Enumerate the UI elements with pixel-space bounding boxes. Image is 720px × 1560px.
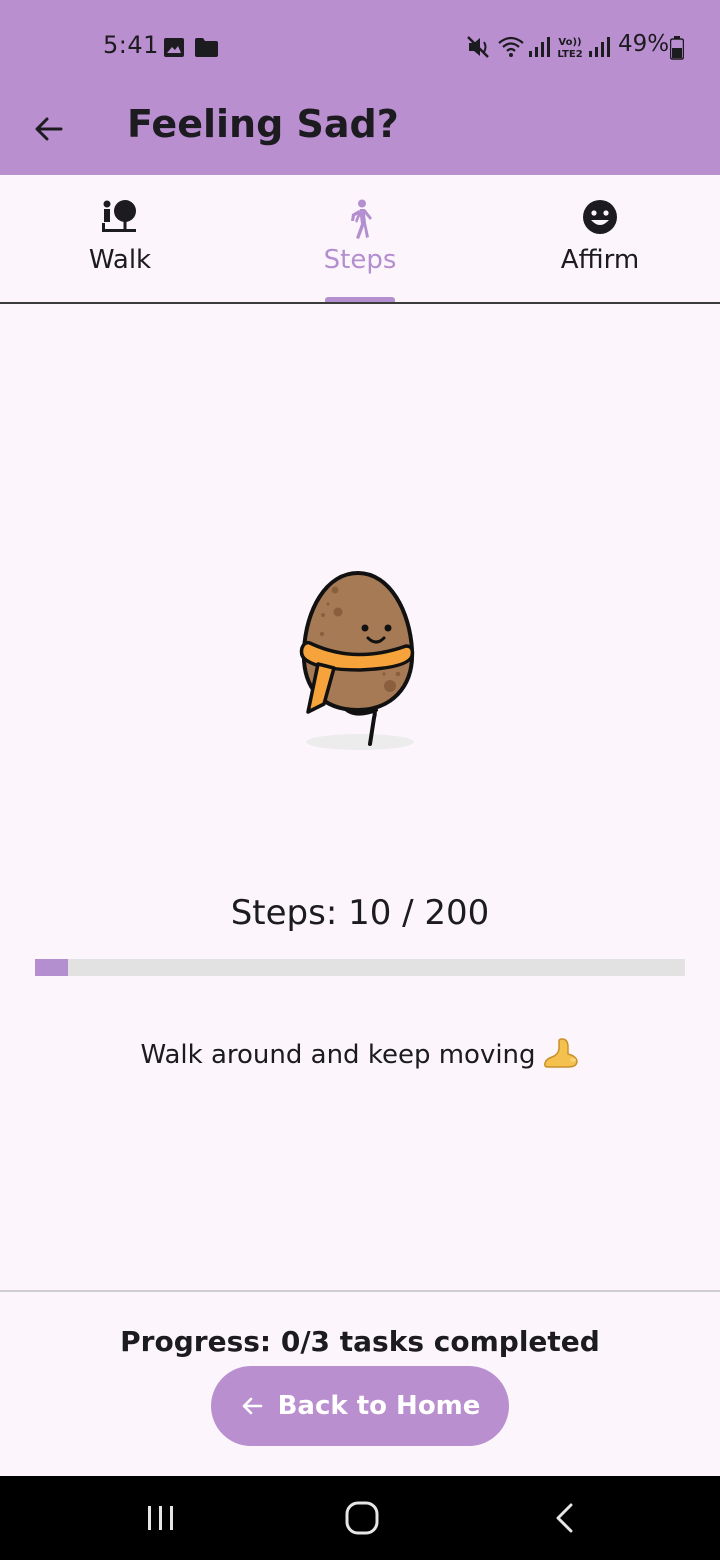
app-bar: Feeling Sad? <box>0 92 720 175</box>
walking-person-icon <box>351 199 372 239</box>
tab-bar: Walk Steps Affirm <box>0 175 720 304</box>
signal-icon <box>529 37 550 57</box>
tab-walk[interactable]: Walk <box>0 175 240 302</box>
back-chevron-icon <box>556 1503 573 1533</box>
recent-apps-icon <box>148 1506 173 1530</box>
tab-indicator <box>325 297 395 302</box>
potato-mascot-illustration <box>299 570 415 750</box>
task-progress-text: Progress: 0/3 tasks completed <box>120 1325 600 1358</box>
status-time: 5:41 <box>103 31 159 59</box>
page-title: Feeling Sad? <box>127 102 399 146</box>
folder-icon <box>195 38 218 57</box>
tab-steps-label: Steps <box>323 245 397 275</box>
mute-icon <box>467 36 489 58</box>
svg-text:Vo)): Vo)) <box>558 37 581 48</box>
status-bar: 5:41 Vo)) LTE2 49% <box>0 0 720 92</box>
svg-text:LTE2: LTE2 <box>557 49 582 60</box>
arrow-left-icon <box>242 1397 262 1415</box>
motivation-text: Walk around and keep moving <box>140 1040 536 1070</box>
battery-percent: 49% <box>618 31 670 57</box>
home-icon <box>345 1501 379 1535</box>
steps-progress-bar <box>35 959 685 976</box>
park-icon <box>102 200 136 232</box>
wifi-icon <box>498 36 524 57</box>
tab-affirm-label: Affirm <box>560 245 640 275</box>
nav-back-button[interactable] <box>534 1494 594 1542</box>
arrow-left-icon <box>35 117 63 141</box>
tab-steps[interactable]: Steps <box>240 175 480 302</box>
gallery-icon <box>164 38 184 57</box>
tab-affirm[interactable]: Affirm <box>480 175 720 302</box>
recent-apps-button[interactable] <box>131 1494 191 1542</box>
back-button[interactable] <box>26 106 72 152</box>
volte-icon: Vo)) LTE2 <box>557 37 582 60</box>
system-nav-bar <box>0 1476 720 1560</box>
motivation-message: Walk around and keep moving <box>0 1037 720 1070</box>
signal-icon <box>589 37 610 57</box>
back-to-home-label: Back to Home <box>277 1391 481 1421</box>
battery-icon <box>670 36 684 60</box>
steps-count: Steps: 10 / 200 <box>230 893 490 933</box>
footer-divider <box>0 1290 720 1292</box>
tab-walk-label: Walk <box>88 245 152 275</box>
steps-progress-fill <box>35 959 68 976</box>
home-button[interactable] <box>332 1494 392 1542</box>
back-to-home-button[interactable]: Back to Home <box>211 1366 509 1446</box>
smiley-icon <box>583 200 617 234</box>
foot-emoji <box>543 1038 578 1068</box>
